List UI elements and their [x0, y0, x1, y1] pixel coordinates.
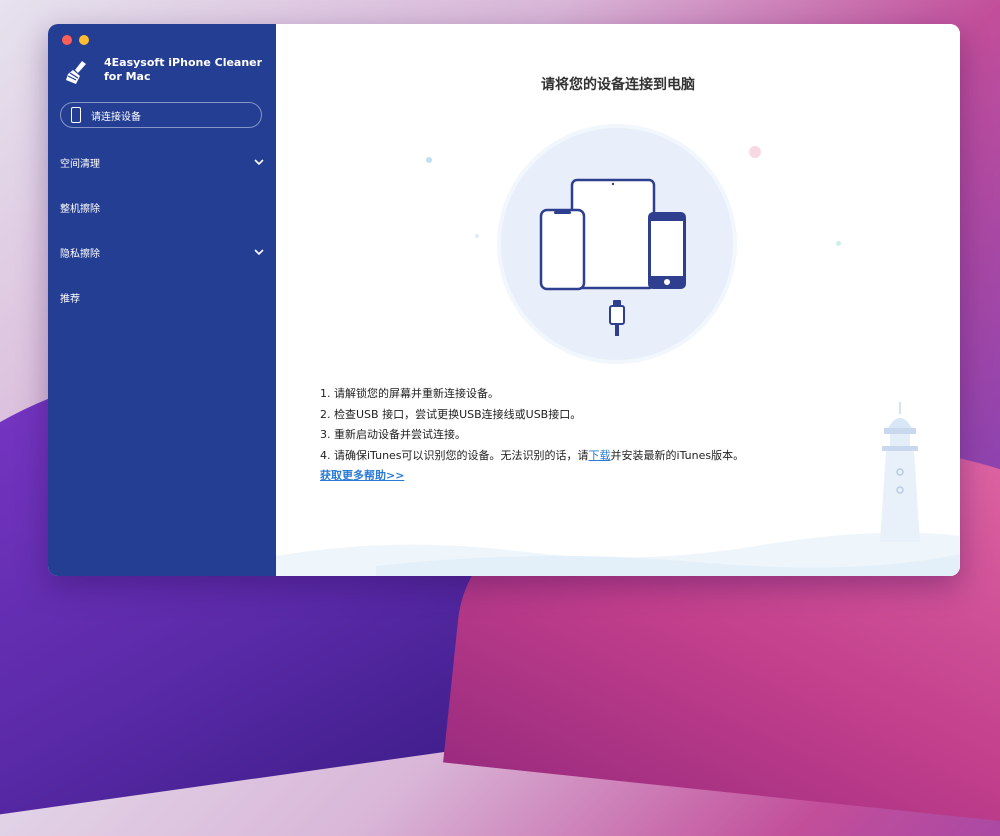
sidebar-item-label: 空间清理	[60, 158, 100, 170]
instruction-text: 4. 请确保iTunes可以识别您的设备。无法识别的话，请	[320, 448, 589, 462]
connect-device-label: 请连接设备	[91, 111, 141, 123]
sidebar-item-recommend[interactable]: 推荐	[60, 287, 270, 307]
minimize-window-button[interactable]	[79, 35, 89, 45]
sidebar-item-space-cleanup[interactable]: 空间清理	[60, 152, 270, 172]
sidebar-item-privacy-erase[interactable]: 隐私擦除	[60, 242, 270, 262]
instruction-step: 3. 重新启动设备并尝试连接。	[320, 428, 466, 441]
app-title: 4Easysoft iPhone Cleaner for Mac	[104, 56, 263, 83]
decor-wave	[276, 532, 960, 576]
broom-cleaner-icon	[66, 61, 86, 84]
sidebar-item-label: 隐私擦除	[60, 248, 100, 260]
instruction-step: 4. 请确保iTunes可以识别您的设备。无法识别的话，请下载并安装最新的iTu…	[320, 446, 744, 467]
chevron-down-icon	[254, 159, 264, 166]
instruction-step: 2. 检查USB 接口，尝试更换USB连接线或USB接口。	[320, 407, 582, 421]
sidebar: 4Easysoft iPhone Cleaner for Mac 请连接设备 空…	[48, 24, 276, 576]
sidebar-item-label: 整机擦除	[60, 203, 100, 215]
phone-icon	[71, 107, 81, 123]
devices-illustration	[497, 124, 737, 364]
connect-device-button[interactable]: 请连接设备	[60, 102, 262, 128]
more-help-link[interactable]: 获取更多帮助>>	[320, 466, 744, 487]
decor-dot	[749, 146, 761, 158]
page-title: 请将您的设备连接到电脑	[541, 77, 695, 93]
chevron-down-icon	[254, 249, 264, 256]
close-window-button[interactable]	[62, 35, 72, 45]
sidebar-item-label: 推荐	[60, 293, 80, 305]
instruction-step: 1. 请解锁您的屏幕并重新连接设备。	[320, 387, 499, 400]
decor-dot	[426, 157, 432, 163]
window-controls	[62, 35, 89, 45]
lighthouse-icon	[880, 402, 920, 542]
decor-dot	[475, 234, 479, 238]
main-content: 请将您的设备连接到电脑 1. 请解锁您的屏幕并重新连接设备。 2. 检查USB …	[276, 24, 960, 576]
instructions-list: 1. 请解锁您的屏幕并重新连接设备。 2. 检查USB 接口，尝试更换USB连接…	[320, 384, 744, 487]
download-link[interactable]: 下载	[589, 449, 611, 462]
sidebar-item-full-erase[interactable]: 整机擦除	[60, 197, 270, 217]
app-window: 4Easysoft iPhone Cleaner for Mac 请连接设备 空…	[48, 24, 960, 576]
decor-dot	[836, 241, 841, 246]
instruction-text: 并安装最新的iTunes版本。	[610, 448, 745, 462]
